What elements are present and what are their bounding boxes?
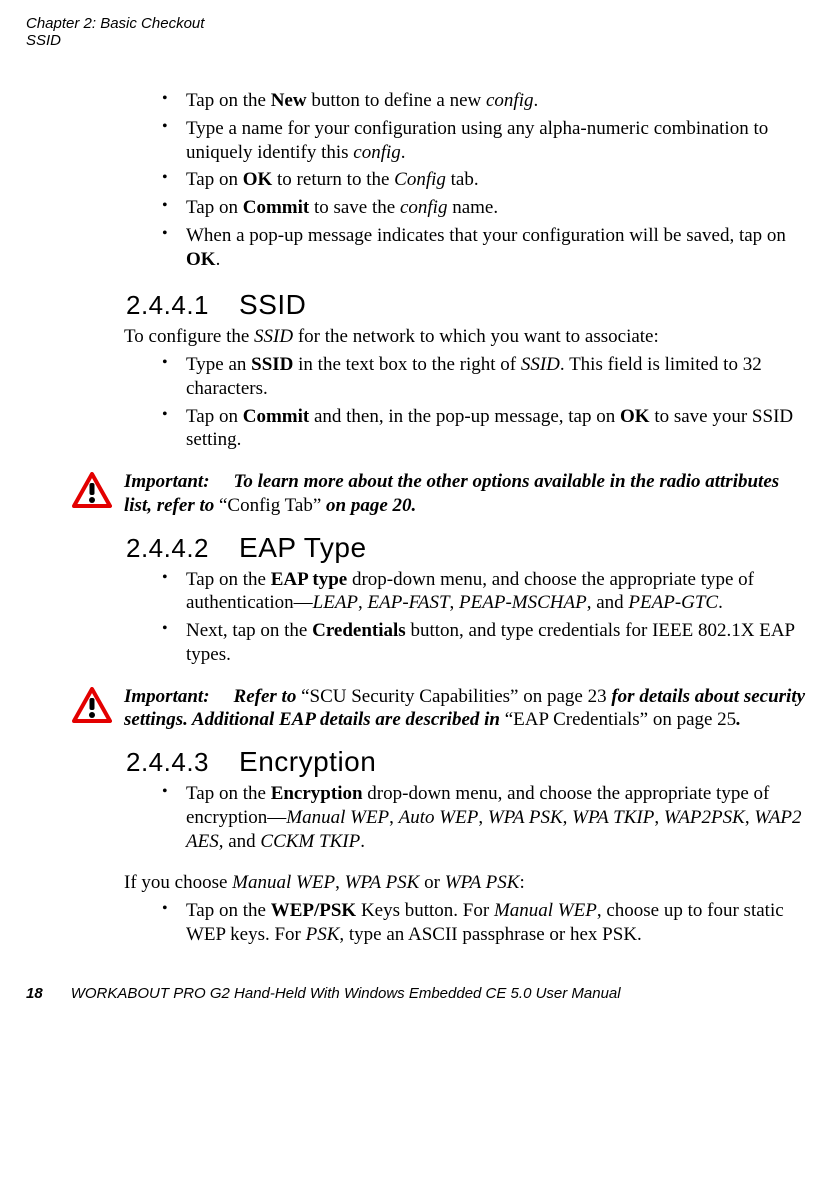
encryption-bullet-list: Tap on the Encryption drop-down menu, an… (26, 782, 806, 853)
ssid-bullet-list: Type an SSID in the text box to the righ… (26, 353, 806, 452)
list-item: Tap on the Encryption drop-down menu, an… (156, 782, 806, 853)
list-item: Type an SSID in the text box to the righ… (156, 353, 806, 401)
heading-eap-type: 2.4.4.2EAP Type (126, 532, 806, 564)
page: Chapter 2: Basic Checkout SSID Tap on th… (0, 0, 832, 1032)
header-chapter: Chapter 2: Basic Checkout (26, 16, 806, 33)
list-item: When a pop-up message indicates that you… (156, 224, 806, 272)
warning-icon (72, 687, 112, 723)
list-item: Tap on the WEP/PSK Keys button. For Manu… (156, 899, 806, 947)
list-item: Tap on Commit and then, in the pop-up me… (156, 405, 806, 453)
list-item: Tap on the New button to define a new co… (156, 89, 806, 113)
paragraph: If you choose Manual WEP, WPA PSK or WPA… (124, 871, 806, 895)
header-section: SSID (26, 33, 806, 50)
list-item: Tap on OK to return to the Config tab. (156, 168, 806, 192)
list-item: Next, tap on the Credentials button, and… (156, 619, 806, 667)
manual-title: WORKABOUT PRO G2 Hand-Held With Windows … (71, 985, 621, 1002)
eap-bullet-list: Tap on the EAP type drop-down menu, and … (26, 568, 806, 667)
page-number: 18 (26, 985, 43, 1002)
warning-icon (72, 472, 112, 508)
paragraph: To configure the SSID for the network to… (124, 325, 806, 349)
heading-encryption: 2.4.4.3Encryption (126, 746, 806, 778)
important-label: Important: (124, 686, 210, 707)
heading-ssid: 2.4.4.1SSID (126, 289, 806, 321)
page-footer: 18 WORKABOUT PRO G2 Hand-Held With Window… (26, 985, 806, 1002)
list-item: Type a name for your configuration using… (156, 117, 806, 165)
encryption-bullet-list-2: Tap on the WEP/PSK Keys button. For Manu… (26, 899, 806, 947)
important-label: Important: (124, 471, 210, 492)
important-note: Important:To learn more about the other … (72, 470, 806, 518)
intro-bullet-list: Tap on the New button to define a new co… (26, 89, 806, 271)
important-note: Important:Refer to “SCU Security Capabil… (72, 685, 806, 733)
list-item: Tap on the EAP type drop-down menu, and … (156, 568, 806, 616)
running-header: Chapter 2: Basic Checkout SSID (26, 16, 806, 49)
list-item: Tap on Commit to save the config name. (156, 196, 806, 220)
